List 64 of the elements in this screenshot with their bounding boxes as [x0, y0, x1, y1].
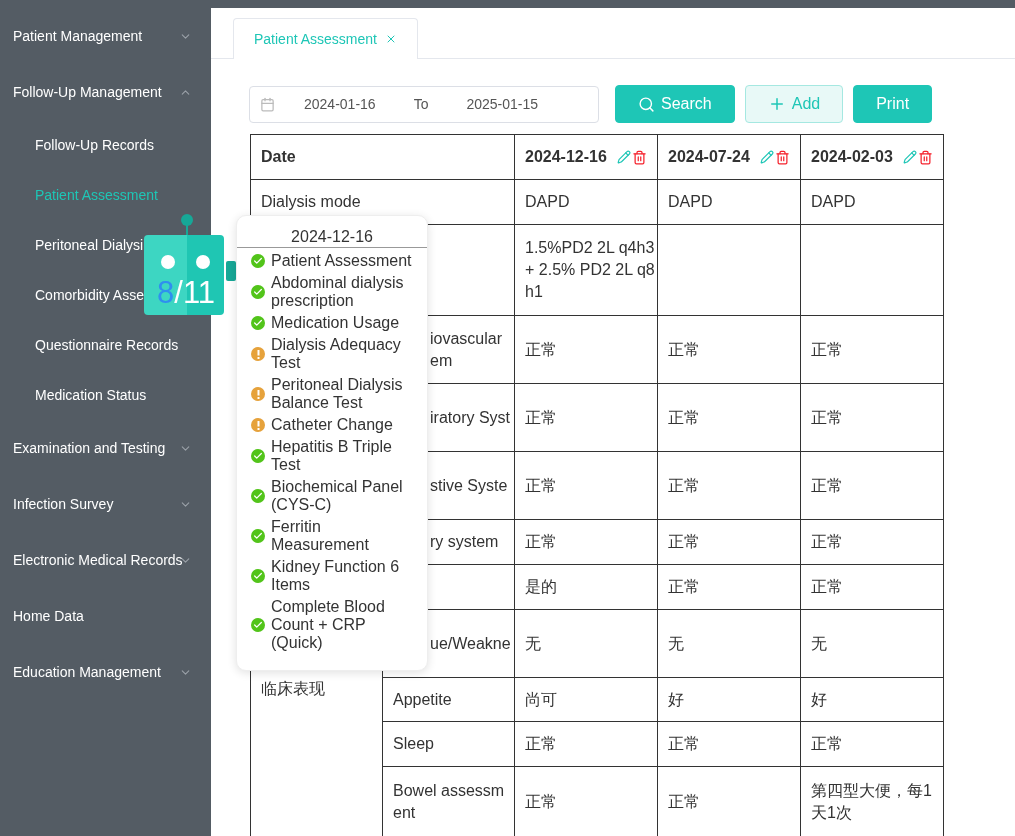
edit-icon[interactable]: [903, 149, 917, 164]
sidebar-item[interactable]: Follow-Up Management: [0, 64, 211, 120]
table-cell: 正常: [514, 451, 658, 520]
table-cell: 正常: [514, 383, 658, 452]
sidebar-item[interactable]: Examination and Testing: [0, 420, 211, 476]
table-cell: 好: [800, 677, 944, 722]
start-date: 2024-01-16: [304, 96, 376, 112]
sidebar-item[interactable]: Home Data: [0, 588, 211, 644]
robot-drawing[interactable]: [144, 213, 236, 316]
sidebar-item[interactable]: Medication Status: [35, 387, 147, 403]
sidebar-item[interactable]: Questionnaire Records: [35, 337, 179, 353]
table-cell: 正常: [800, 315, 944, 384]
table-cell: 正常: [657, 564, 801, 610]
column-date: 2024-07-24: [668, 148, 750, 166]
table-cell: 正常: [514, 519, 658, 565]
table-cell: 正常: [800, 519, 944, 565]
delete-icon[interactable]: [775, 149, 790, 165]
table-cell: DAPD: [514, 179, 658, 225]
table-cell: 正常: [514, 315, 658, 384]
checklist-item: Ferritin Measurement: [271, 518, 370, 554]
table-cell: 1.5%PD2 2L q4h3 + 2.5% PD2 2L q8h1: [514, 224, 658, 316]
header-cell: Date: [250, 134, 515, 180]
table-cell: DAPD: [657, 179, 801, 225]
table-cell: 正常: [657, 451, 801, 520]
table-cell: 是的: [514, 564, 658, 610]
progress-count: 8/11: [157, 275, 216, 311]
table-cell: 正常: [800, 451, 944, 520]
delete-icon[interactable]: [632, 149, 647, 165]
table-cell: 正常: [657, 721, 801, 767]
table-cell: 正常: [800, 721, 944, 767]
calendar-icon: [260, 96, 275, 112]
table-cell: 无: [514, 609, 658, 678]
table-cell: 正常: [657, 315, 801, 384]
table-cell: 正常: [514, 721, 658, 767]
table-cell: 正常: [800, 564, 944, 610]
table-cell: 好: [657, 677, 801, 722]
checklist-item: Abdominal dialysis prescription: [271, 274, 405, 310]
table-cell: 正常: [657, 519, 801, 565]
edit-icon[interactable]: [760, 149, 774, 164]
sidebar-item[interactable]: Education Management: [0, 644, 211, 700]
range-separator: To: [413, 96, 429, 112]
checklist-item: Patient Assessment: [271, 252, 413, 270]
table-cell: 无: [657, 609, 801, 678]
edit-icon[interactable]: [617, 149, 631, 164]
sidebar-item[interactable]: Patient Management: [0, 8, 211, 64]
end-date: 2025-01-15: [466, 96, 539, 112]
table-cell: 正常: [657, 383, 801, 452]
sidebar-item[interactable]: Peritoneal Dialysi: [35, 237, 144, 253]
table-cell: 无: [800, 609, 944, 678]
sidebar-item[interactable]: Electronic Medical Records: [0, 532, 211, 588]
date-range-field[interactable]: 2024-01-16 To 2025-01-15: [249, 85, 599, 123]
column-date: 2024-12-16: [525, 148, 607, 166]
table-cell: DAPD: [800, 179, 944, 225]
table-cell: Sleep: [382, 721, 515, 767]
popover-title: 2024-12-16: [237, 228, 427, 248]
column-date: 2024-02-03: [811, 148, 893, 166]
table-cell: 正常: [800, 383, 944, 452]
sidebar-item[interactable]: Follow-Up Records: [35, 137, 155, 153]
search-icon: [638, 95, 655, 113]
sidebar-item[interactable]: Comorbidity Asse: [35, 287, 144, 303]
sidebar-item[interactable]: Infection Survey: [0, 476, 211, 532]
delete-icon[interactable]: [918, 149, 933, 165]
table-cell: 尚可: [514, 677, 658, 722]
table-cell: Appetite: [382, 677, 515, 722]
